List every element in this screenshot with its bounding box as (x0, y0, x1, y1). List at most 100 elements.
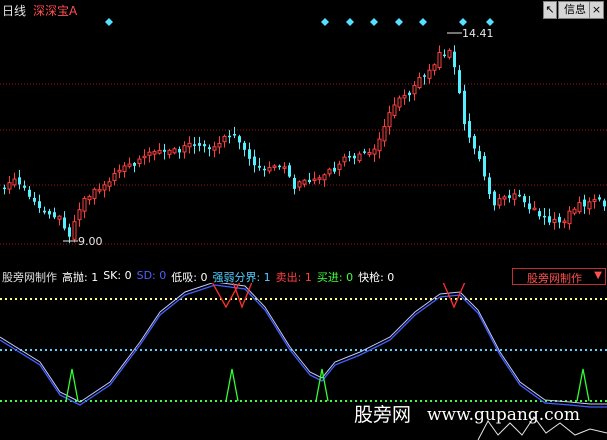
candle-body-down (603, 200, 606, 207)
candle-body-down (558, 216, 561, 223)
candle-body-down (48, 211, 51, 215)
candle-body-up (502, 196, 507, 200)
candle-body-down (523, 196, 526, 203)
candle-body-down (193, 144, 196, 146)
candle-body-up (592, 199, 597, 202)
candle-body-down (203, 144, 206, 147)
candle-body-down (458, 70, 461, 94)
candle-body-down (133, 162, 136, 166)
candle-body-down (538, 211, 541, 217)
period-label[interactable]: 日线 (2, 2, 26, 19)
candle-body-down (478, 151, 481, 160)
candle-body-up (172, 148, 177, 154)
candle-body-down (248, 149, 251, 159)
candle-body-up (222, 135, 227, 143)
candle-body-down (493, 191, 496, 206)
candle-body-up (12, 178, 17, 186)
candle-body-down (33, 197, 36, 202)
candle-body-down (598, 197, 601, 200)
candlestick-chart[interactable]: 14.41 9.00 (0, 18, 607, 266)
candle-body-down (548, 216, 551, 223)
candle-body-down (453, 51, 456, 68)
candle-body-up (372, 148, 377, 155)
candle-body-down (308, 179, 311, 183)
candle-body-up (267, 167, 272, 172)
buy-signal (315, 368, 329, 402)
candle-body-down (288, 165, 291, 177)
candle-body-down (258, 165, 261, 168)
sell-signal (232, 283, 253, 309)
signal-diamond (395, 18, 403, 26)
top-bar: 日线 深深宝A ↖ 信息 × (0, 0, 607, 20)
info-button[interactable]: 信息 (558, 1, 592, 19)
candle-body-up (387, 112, 392, 128)
candle-body-up (167, 149, 172, 155)
candle-body-down (68, 227, 71, 237)
candle-body-up (102, 184, 107, 191)
candle-body-up (512, 193, 517, 200)
candle-body-up (217, 142, 222, 148)
signal-diamond (419, 18, 427, 26)
candle-body-up (567, 210, 572, 225)
candle-body-down (233, 134, 236, 136)
candle-body-down (23, 185, 26, 188)
candle-body-up (82, 197, 87, 212)
signal-diamond (370, 18, 378, 26)
candle-body-up (337, 163, 342, 171)
candle-body-down (333, 167, 336, 172)
candle-body-up (147, 151, 152, 156)
candle-body-up (397, 97, 402, 108)
candle-body-up (562, 220, 567, 224)
candle-body-down (198, 143, 201, 146)
candle-body-up (377, 138, 382, 152)
candle-body-up (137, 158, 142, 165)
candle-body-down (518, 194, 521, 197)
candle-body-up (117, 169, 122, 173)
pin-icon[interactable]: ↖ (543, 1, 557, 19)
candle-body-down (238, 136, 241, 143)
candle-body-down (18, 177, 21, 185)
low-price-label: 9.00 (78, 235, 103, 248)
candle-body-down (528, 203, 531, 210)
candle-body-up (532, 207, 537, 211)
watermark-url: www.gupang.com (427, 405, 580, 425)
candle-body-down (353, 155, 356, 159)
candle-body-up (92, 188, 97, 199)
candle-body-down (443, 54, 446, 57)
candle-body-up (402, 94, 407, 99)
watermark-text: 股旁网 (354, 404, 412, 426)
candle-body-up (87, 196, 92, 201)
candle-body-down (278, 165, 281, 168)
candle-body-up (157, 149, 162, 154)
candle-body-up (412, 84, 417, 95)
candle-body-down (583, 199, 586, 207)
candle-body-up (77, 209, 82, 221)
candle-body-down (208, 147, 211, 150)
candle-body-up (107, 181, 112, 187)
candle-body-up (357, 153, 362, 162)
indicator-curve-blue (0, 284, 607, 408)
candle-body-down (508, 195, 511, 199)
candle-body-up (212, 146, 217, 151)
candle-body-up (127, 163, 132, 167)
candle-body-up (572, 208, 577, 214)
candle-body-down (423, 75, 426, 77)
candle-body-up (367, 151, 372, 155)
close-icon[interactable]: × (589, 1, 604, 19)
signal-diamond (486, 18, 494, 26)
candle-body-down (543, 215, 546, 218)
candle-body-down (363, 151, 366, 153)
indicator-legend-item: SD: 0 (136, 269, 167, 282)
candle-body-down (488, 177, 491, 195)
candle-body-down (178, 149, 181, 153)
candle-body-down (293, 177, 296, 189)
candle-body-up (122, 165, 127, 173)
candle-body-down (468, 121, 471, 138)
signal-diamond (346, 18, 354, 26)
candle-body-up (302, 179, 307, 185)
candle-body-up (7, 182, 12, 190)
candle-body-up (342, 156, 347, 163)
candle-body-up (317, 177, 322, 180)
candle-body-down (348, 155, 351, 158)
candle-body-up (322, 174, 327, 181)
